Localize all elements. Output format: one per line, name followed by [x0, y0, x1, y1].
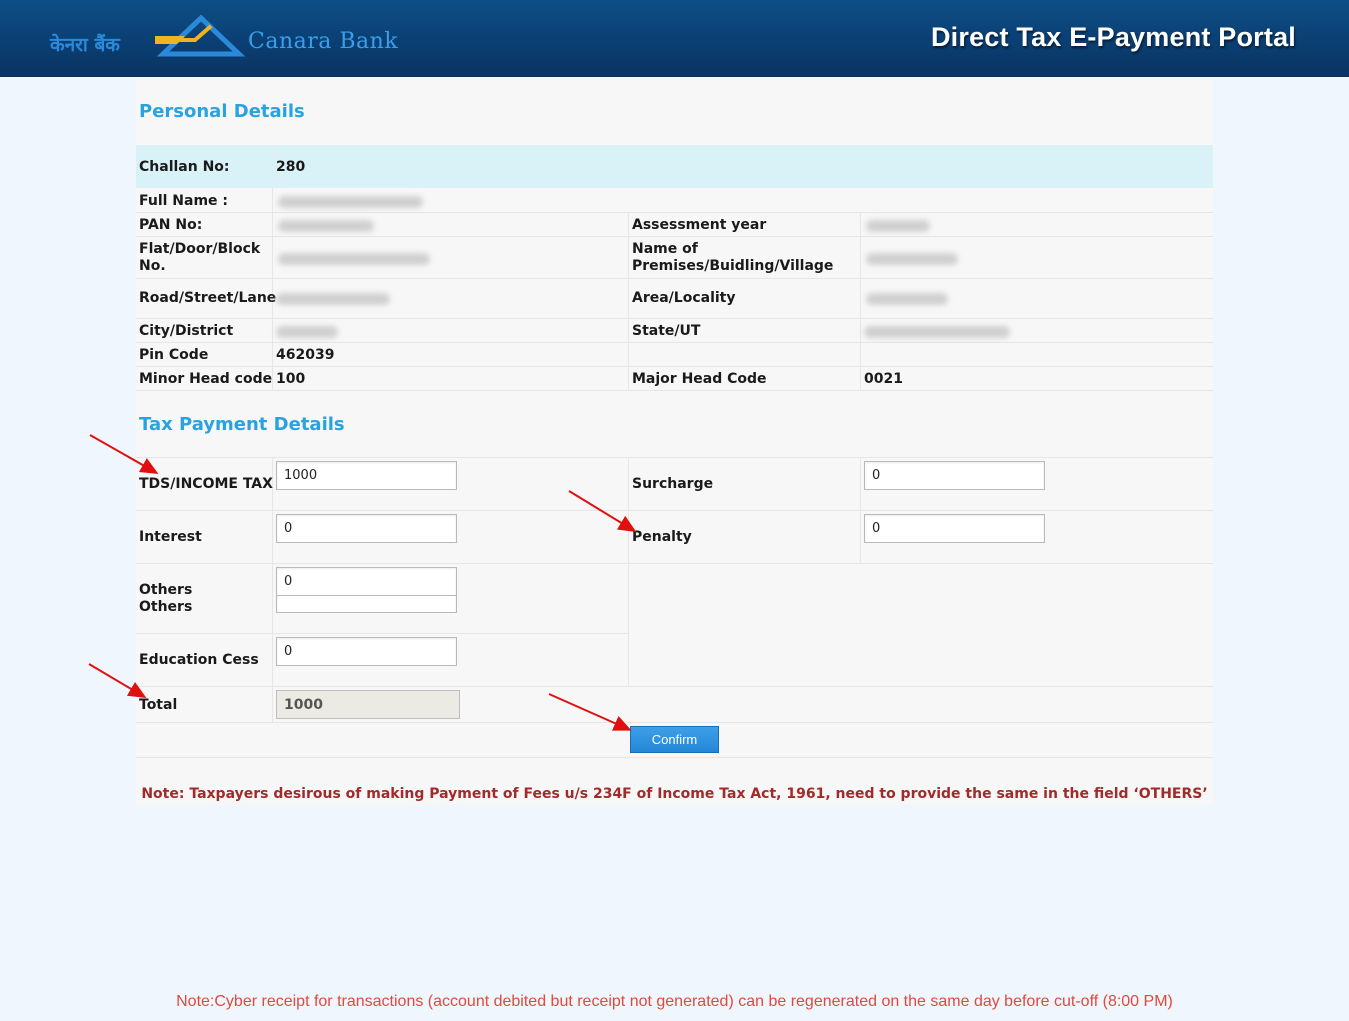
cess-label: Education Cess — [139, 652, 259, 668]
others-input[interactable]: 0 — [276, 567, 457, 596]
major-head-label: Major Head Code — [632, 371, 767, 387]
portal-title: Direct Tax E-Payment Portal — [930, 22, 1296, 52]
surcharge-input[interactable]: 0 — [864, 461, 1045, 490]
tds-label: TDS/INCOME TAX — [139, 476, 273, 492]
interest-label: Interest — [139, 529, 202, 545]
premises-value-redacted — [866, 253, 958, 265]
tds-input[interactable]: 1000 — [276, 461, 457, 490]
tax-details-title: Tax Payment Details — [139, 414, 345, 435]
interest-input[interactable]: 0 — [276, 514, 457, 543]
flat-label: Flat/Door/Block No. — [139, 241, 261, 274]
personal-details-title: Personal Details — [139, 101, 305, 122]
confirm-button[interactable]: Confirm — [630, 726, 719, 753]
flat-value-redacted — [278, 253, 430, 265]
pin-value: 462039 — [276, 347, 335, 363]
challan-label: Challan No: — [139, 159, 230, 175]
state-value-redacted — [864, 326, 1010, 338]
assessment-year-label: Assessment year — [632, 217, 767, 233]
challan-value: 280 — [276, 159, 306, 175]
canara-logo-icon — [155, 14, 246, 57]
total-label: Total — [139, 697, 178, 713]
state-label: State/UT — [632, 323, 701, 339]
road-label: Road/Street/Lane — [139, 290, 277, 306]
minor-head-label: Minor Head code — [139, 371, 273, 387]
premises-label: Name of Premises/Buidling/Village — [632, 241, 834, 274]
full-name-value-redacted — [278, 196, 423, 208]
others-label: Others Others — [139, 582, 193, 615]
city-label: City/District — [139, 323, 234, 339]
total-input: 1000 — [276, 690, 460, 719]
penalty-label: Penalty — [632, 529, 692, 545]
cess-input[interactable]: 0 — [276, 637, 457, 666]
major-head-value: 0021 — [864, 371, 903, 387]
pin-label: Pin Code — [139, 347, 209, 363]
pan-value-redacted — [278, 220, 374, 232]
area-value-redacted — [866, 293, 948, 305]
road-value-redacted — [276, 293, 390, 305]
logo-name-text: Canara Bank — [248, 29, 399, 54]
surcharge-label: Surcharge — [632, 476, 714, 492]
logo-hindi-text: केनरा बैंक — [50, 34, 120, 56]
area-label: Area/Locality — [632, 290, 736, 306]
minor-head-value: 100 — [276, 371, 306, 387]
arrow-total-icon — [88, 663, 147, 699]
fees-note: Note: Taxpayers desirous of making Payme… — [141, 786, 1208, 802]
full-name-label: Full Name : — [139, 193, 229, 209]
page-header: केनरा बैंक Canara Bank Direct Tax E-Paym… — [0, 0, 1349, 77]
city-value-redacted — [276, 326, 338, 338]
penalty-input[interactable]: 0 — [864, 514, 1045, 543]
assessment-year-value-redacted — [866, 220, 930, 232]
pan-label: PAN No: — [139, 217, 203, 233]
receipt-note: Note:Cyber receipt for transactions (acc… — [176, 993, 1173, 1010]
